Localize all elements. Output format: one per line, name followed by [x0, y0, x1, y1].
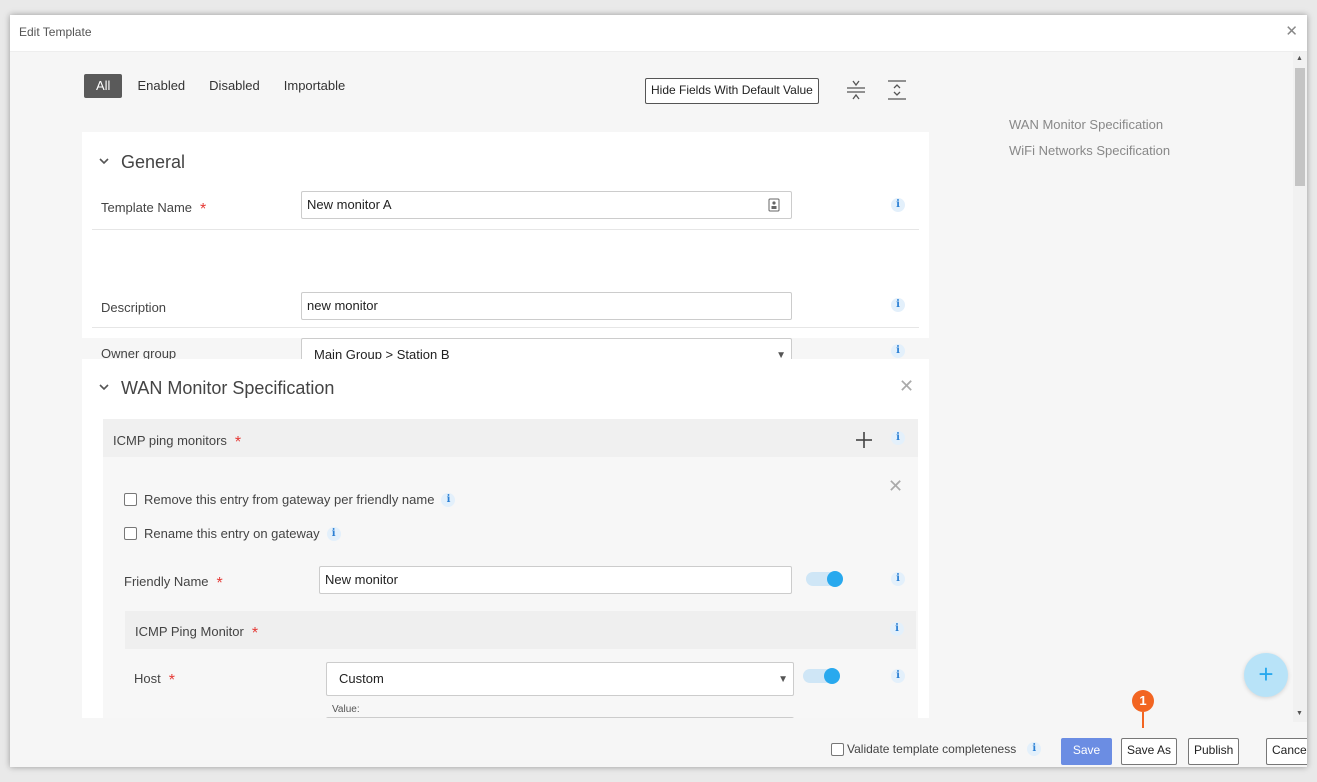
remove-section-icon[interactable]: ✕	[899, 377, 914, 395]
info-icon[interactable]: i	[891, 669, 905, 683]
expand-all-icon[interactable]	[885, 78, 909, 102]
required-asterisk: *	[168, 672, 175, 689]
remove-entry-checkbox[interactable]	[124, 493, 137, 506]
rename-entry-checkbox-row[interactable]: Rename this entry on gateway i	[124, 526, 341, 541]
collapse-all-icon[interactable]	[844, 78, 868, 102]
dialog-body[interactable]: All Enabled Disabled Importable Hide Fie…	[10, 52, 1293, 718]
description-input[interactable]: new monitor	[301, 292, 792, 320]
friendly-name-input[interactable]: New monitor	[319, 566, 792, 594]
rename-entry-checkbox[interactable]	[124, 527, 137, 540]
close-icon[interactable]: ✕	[1285, 24, 1298, 39]
host-toggle[interactable]	[803, 668, 840, 684]
hide-default-fields-button[interactable]: Hide Fields With Default Value	[645, 78, 819, 104]
tab-disabled[interactable]: Disabled	[197, 74, 272, 98]
required-asterisk: *	[251, 625, 259, 642]
vertical-scrollbar[interactable]: ▲ ▼	[1293, 52, 1307, 722]
save-button[interactable]: Save	[1061, 738, 1112, 765]
general-section: General Template Name * New monitor A i D…	[82, 132, 929, 379]
icmp-ping-entry: ✕ Remove this entry from gateway per fri…	[103, 457, 918, 718]
add-icon[interactable]	[855, 431, 873, 449]
info-icon[interactable]: i	[326, 526, 341, 541]
friendly-name-toggle[interactable]	[806, 571, 843, 587]
toc-item-wifi-networks[interactable]: WiFi Networks Specification	[1009, 143, 1170, 158]
remove-entry-icon[interactable]: ✕	[888, 477, 903, 495]
scroll-thumb[interactable]	[1295, 68, 1305, 186]
validate-label: Validate template completeness	[847, 742, 1017, 756]
dialog-footer: Validate template completeness i Save Sa…	[10, 723, 1307, 767]
filter-tabs: All Enabled Disabled Importable	[84, 74, 357, 98]
required-asterisk: *	[234, 434, 242, 451]
cancel-button[interactable]: Cancel	[1266, 738, 1307, 765]
info-icon[interactable]: i	[891, 572, 905, 586]
required-asterisk: *	[200, 201, 207, 218]
host-label: Host *	[134, 671, 175, 689]
info-icon[interactable]: i	[891, 344, 905, 358]
divider	[92, 327, 919, 328]
wan-monitor-section: WAN Monitor Specification ✕ ICMP ping mo…	[82, 359, 929, 718]
tab-all[interactable]: All	[84, 74, 123, 98]
edit-template-dialog: Edit Template ✕ All Enabled Disabled Imp…	[10, 15, 1307, 767]
section-navigation: WAN Monitor Specification WiFi Networks …	[1009, 117, 1170, 169]
divider	[92, 229, 919, 230]
template-name-label: Template Name *	[101, 200, 207, 218]
dialog-title: Edit Template	[19, 25, 92, 39]
icmp-ping-monitor-label: ICMP Ping Monitor *	[135, 624, 259, 642]
icmp-ping-monitors-header: ICMP ping monitors * i	[103, 419, 918, 457]
section-title: WAN Monitor Specification	[121, 378, 335, 398]
icmp-ping-monitor-header: ICMP Ping Monitor * i	[125, 611, 916, 649]
template-name-input[interactable]: New monitor A	[301, 191, 792, 219]
host-value-input[interactable]	[326, 717, 794, 718]
validate-checkbox[interactable]	[831, 742, 844, 756]
section-title: General	[121, 152, 186, 172]
callout-pointer	[1142, 712, 1144, 728]
remove-entry-checkbox-row[interactable]: Remove this entry from gateway per frien…	[124, 492, 456, 507]
publish-button[interactable]: Publish	[1188, 738, 1240, 765]
dropdown-arrow-icon: ▼	[778, 674, 788, 685]
description-label: Description	[101, 300, 167, 315]
host-value-label: Value:	[332, 704, 360, 715]
scroll-up-icon[interactable]: ▲	[1296, 55, 1303, 62]
info-icon[interactable]: i	[891, 298, 905, 312]
save-as-button[interactable]: Save As	[1121, 738, 1178, 765]
dialog-header: Edit Template ✕	[10, 15, 1307, 52]
rename-entry-label: Rename this entry on gateway	[144, 526, 320, 541]
info-icon[interactable]: i	[891, 431, 905, 445]
required-asterisk: *	[216, 575, 223, 592]
info-icon[interactable]: i	[891, 198, 905, 212]
validate-completeness-row[interactable]: Validate template completeness i	[831, 742, 1042, 756]
tab-importable[interactable]: Importable	[272, 74, 357, 98]
toggle-knob	[824, 668, 840, 684]
info-icon[interactable]: i	[890, 622, 904, 636]
host-select[interactable]: Custom ▼	[326, 662, 794, 696]
contact-card-icon	[768, 198, 780, 212]
info-icon[interactable]: i	[1027, 742, 1042, 756]
scroll-down-icon[interactable]: ▼	[1296, 710, 1303, 717]
tab-enabled[interactable]: Enabled	[125, 74, 197, 98]
friendly-name-label: Friendly Name *	[124, 574, 223, 592]
add-section-button[interactable]: +	[1244, 653, 1288, 697]
step-callout-badge: 1	[1132, 690, 1154, 712]
info-icon[interactable]: i	[441, 492, 456, 507]
icmp-ping-monitors-label: ICMP ping monitors *	[113, 433, 242, 451]
chevron-down-icon[interactable]	[97, 380, 111, 394]
chevron-down-icon[interactable]	[97, 154, 111, 168]
toc-item-wan-monitor[interactable]: WAN Monitor Specification	[1009, 117, 1170, 132]
remove-entry-label: Remove this entry from gateway per frien…	[144, 492, 435, 507]
toggle-knob	[827, 571, 843, 587]
